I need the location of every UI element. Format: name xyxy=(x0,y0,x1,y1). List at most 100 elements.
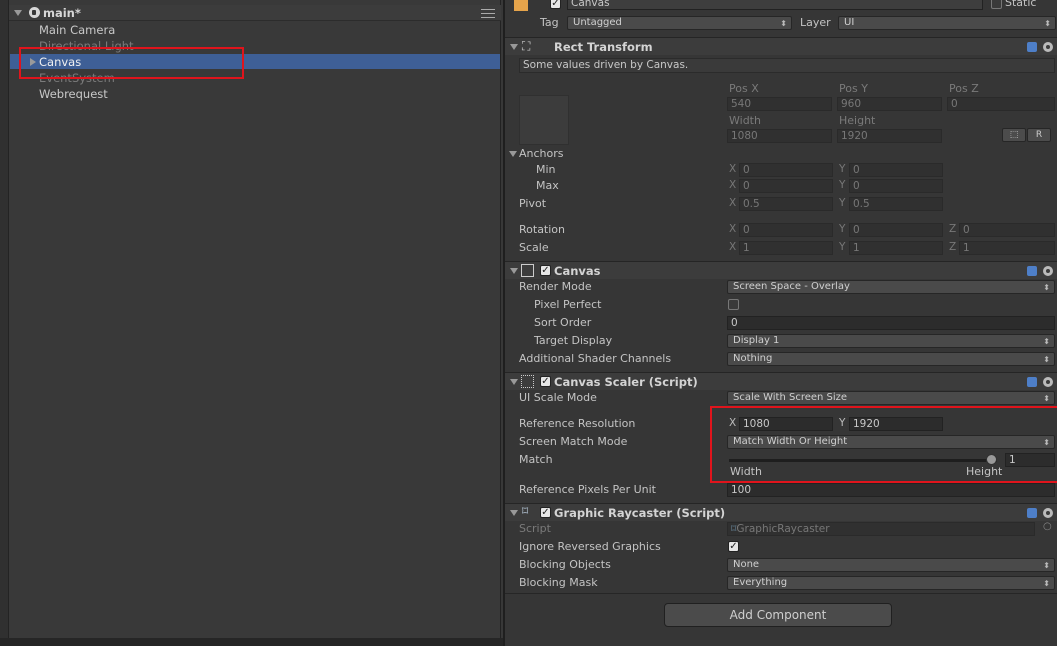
layer-dropdown[interactable]: UI ⬍ xyxy=(838,16,1056,30)
anchor-max-x-field[interactable]: 0 xyxy=(739,179,833,193)
graphic-raycaster-header[interactable]: ⌑ ✓ Graphic Raycaster (Script) xyxy=(505,503,1057,521)
scale-x-axis: X xyxy=(729,241,737,253)
pos-x-label: Pos X xyxy=(729,82,759,95)
tag-dropdown[interactable]: Untagged ⬍ xyxy=(567,16,792,30)
rect-transform-foldout-icon[interactable] xyxy=(510,44,518,50)
width-label: Width xyxy=(729,114,761,127)
canvas-scaler-foldout-icon[interactable] xyxy=(510,379,518,385)
reference-resolution-label: Reference Resolution xyxy=(519,417,636,430)
unity-scene-icon xyxy=(29,7,40,18)
scale-label: Scale xyxy=(519,241,549,254)
pos-y-field[interactable]: 960 xyxy=(837,97,942,111)
object-name-field[interactable]: Canvas xyxy=(567,0,983,10)
canvas-settings-icon[interactable] xyxy=(1043,266,1053,276)
canvas-scaler-settings-icon[interactable] xyxy=(1043,377,1053,387)
pixel-perfect-checkbox[interactable] xyxy=(728,299,739,310)
canvas-scaler-enabled-checkbox[interactable]: ✓ xyxy=(540,376,551,387)
graphic-raycaster-help-icon[interactable] xyxy=(1027,508,1037,518)
anchor-presets-button[interactable] xyxy=(519,95,569,145)
graphic-raycaster-icon: ⌑ xyxy=(522,504,529,518)
rect-transform-info-box: Some values driven by Canvas. xyxy=(519,58,1055,73)
canvas-help-icon[interactable] xyxy=(1027,266,1037,276)
canvas-scaler-header[interactable]: ✓ Canvas Scaler (Script) xyxy=(505,372,1057,390)
canvas-component-title: Canvas xyxy=(554,264,601,278)
ui-scale-mode-label: UI Scale Mode xyxy=(519,391,597,404)
target-display-label: Target Display xyxy=(534,334,613,347)
anchor-max-y-field[interactable]: 0 xyxy=(849,179,943,193)
shader-channels-dropdown[interactable]: Nothing ⬍ xyxy=(727,352,1055,366)
graphic-raycaster-settings-icon[interactable] xyxy=(1043,508,1053,518)
screen-match-mode-label: Screen Match Mode xyxy=(519,435,628,448)
blueprint-mode-button[interactable]: ⬚ xyxy=(1002,128,1026,142)
ignore-reversed-checkbox[interactable]: ✓ xyxy=(728,541,739,552)
sort-order-field[interactable]: 0 xyxy=(727,316,1055,330)
blocking-mask-dropdown[interactable]: Everything ⬍ xyxy=(727,576,1055,590)
hierarchy-item-webrequest[interactable]: Webrequest xyxy=(39,87,108,101)
graphic-raycaster-enabled-checkbox[interactable]: ✓ xyxy=(540,507,551,518)
hierarchy-menu-icon[interactable] xyxy=(481,9,495,18)
canvas-enabled-checkbox[interactable]: ✓ xyxy=(540,265,551,276)
pivot-x-field[interactable]: 0.5 xyxy=(739,197,833,211)
anchors-label: Anchors xyxy=(519,147,564,160)
add-component-button[interactable]: Add Component xyxy=(664,603,892,627)
script-field[interactable]: ⌑GraphicRaycaster xyxy=(727,522,1035,536)
pivot-y-field[interactable]: 0.5 xyxy=(849,197,943,211)
graphic-raycaster-title: Graphic Raycaster (Script) xyxy=(554,506,726,520)
ui-scale-mode-dropdown[interactable]: Scale With Screen Size ⬍ xyxy=(727,391,1055,405)
layer-label: Layer xyxy=(800,16,831,29)
rect-transform-icon: ⛶ xyxy=(522,39,531,53)
pivot-y-axis: Y xyxy=(839,197,846,209)
scale-x-field[interactable]: 1 xyxy=(739,241,833,255)
active-checkbox[interactable]: ✓ xyxy=(550,0,561,9)
rotation-y-field[interactable]: 0 xyxy=(849,223,943,237)
rotation-x-field[interactable]: 0 xyxy=(739,223,833,237)
ref-ppu-label: Reference Pixels Per Unit xyxy=(519,483,656,496)
hierarchy-left-strip xyxy=(0,0,9,646)
blocking-objects-label: Blocking Objects xyxy=(519,558,611,571)
tag-label: Tag xyxy=(540,16,559,29)
rect-transform-title: Rect Transform xyxy=(554,40,653,54)
canvas-foldout-icon[interactable] xyxy=(510,268,518,274)
pos-z-field[interactable]: 0 xyxy=(947,97,1055,111)
canvas-scaler-help-icon[interactable] xyxy=(1027,377,1037,387)
highlight-box-canvas xyxy=(19,47,244,79)
width-field[interactable]: 1080 xyxy=(727,129,832,143)
canvas-component-icon xyxy=(521,264,534,277)
static-checkbox[interactable] xyxy=(991,0,1002,9)
anchors-foldout-icon[interactable] xyxy=(509,151,517,157)
scene-row[interactable]: main* xyxy=(9,5,501,21)
pos-x-field[interactable]: 540 xyxy=(727,97,832,111)
anchor-min-x-axis: X xyxy=(729,163,737,175)
graphic-raycaster-foldout-icon[interactable] xyxy=(510,510,518,516)
canvas-scaler-title: Canvas Scaler (Script) xyxy=(554,375,698,389)
highlight-box-scaler xyxy=(710,406,1057,483)
rect-transform-settings-icon[interactable] xyxy=(1043,42,1053,52)
scene-foldout-icon[interactable] xyxy=(14,10,22,16)
rotation-z-field[interactable]: 0 xyxy=(959,223,1055,237)
hierarchy-item-main-camera[interactable]: Main Camera xyxy=(39,23,115,37)
scale-z-field[interactable]: 1 xyxy=(959,241,1055,255)
height-label: Height xyxy=(839,114,876,127)
target-display-dropdown[interactable]: Display 1 ⬍ xyxy=(727,334,1055,348)
rect-transform-help-icon[interactable] xyxy=(1027,42,1037,52)
inspector-window: ✓ Canvas Static Tag Untagged ⬍ Layer UI ⬍ … xyxy=(503,0,1057,646)
rect-transform-header[interactable]: ⛶ Rect Transform xyxy=(505,37,1057,55)
anchor-min-x-field[interactable]: 0 xyxy=(739,163,833,177)
component-separator xyxy=(505,593,1057,594)
raw-edit-button[interactable]: R xyxy=(1027,128,1051,142)
script-object-picker-icon[interactable]: ○ xyxy=(1043,521,1052,532)
scale-y-field[interactable]: 1 xyxy=(849,241,943,255)
blocking-objects-dropdown[interactable]: None ⬍ xyxy=(727,558,1055,572)
pixel-perfect-label: Pixel Perfect xyxy=(534,298,602,311)
rotation-z-axis: Z xyxy=(949,223,957,235)
anchor-min-y-axis: Y xyxy=(839,163,846,175)
height-field[interactable]: 1920 xyxy=(837,129,942,143)
ref-ppu-field[interactable]: 100 xyxy=(727,483,1055,497)
anchor-min-y-field[interactable]: 0 xyxy=(849,163,943,177)
canvas-component-header[interactable]: ✓ Canvas xyxy=(505,261,1057,279)
script-value: GraphicRaycaster xyxy=(736,523,830,535)
blocking-mask-label: Blocking Mask xyxy=(519,576,598,589)
rotation-x-axis: X xyxy=(729,223,737,235)
render-mode-label: Render Mode xyxy=(519,280,592,293)
render-mode-dropdown[interactable]: Screen Space - Overlay ⬍ xyxy=(727,280,1055,294)
